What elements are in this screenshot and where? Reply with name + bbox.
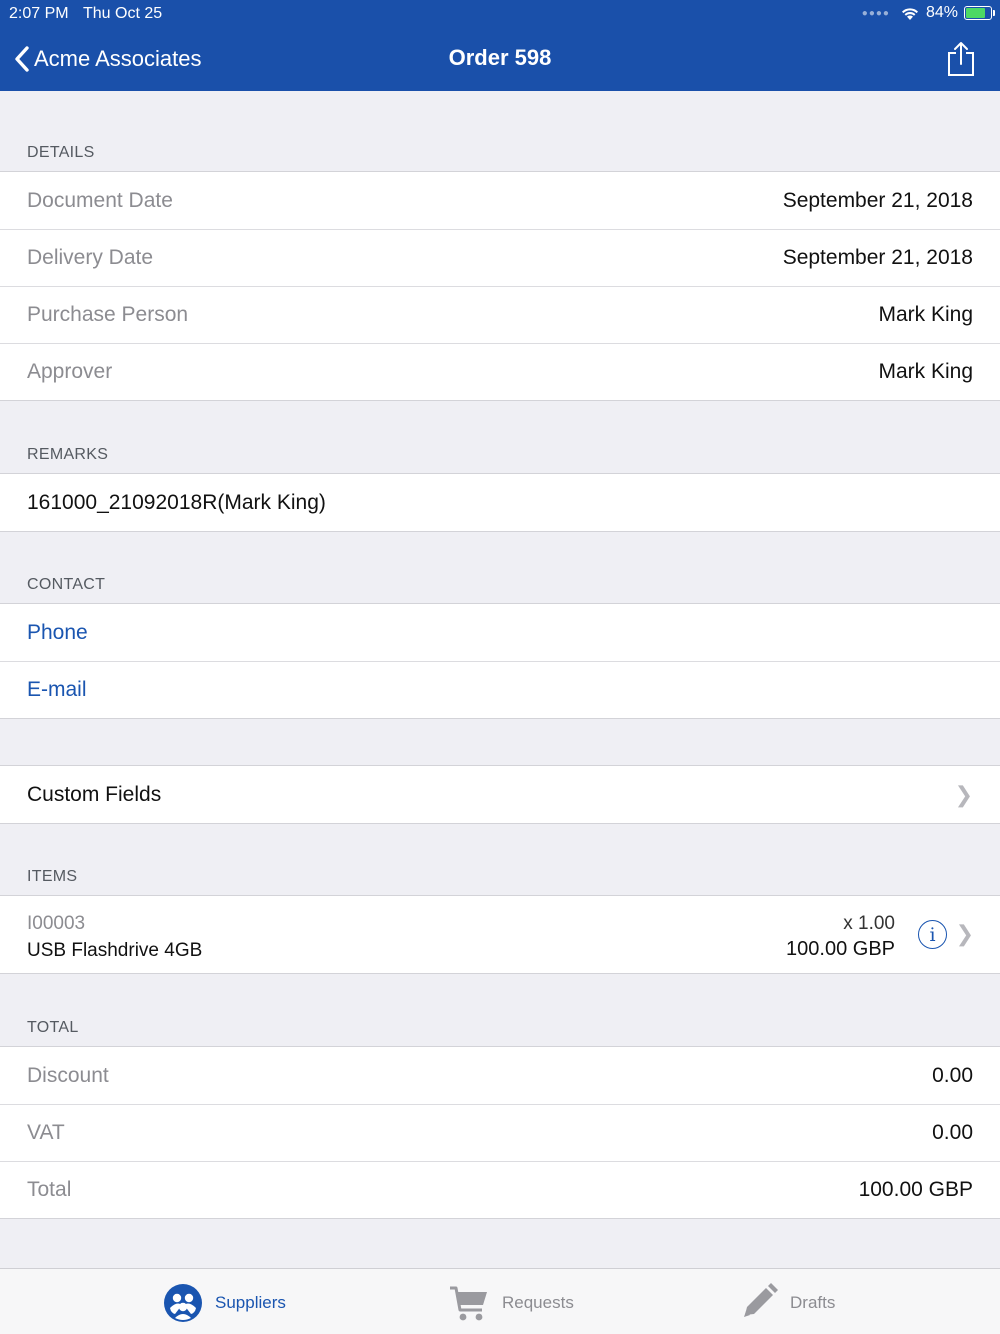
item-price: 100.00 GBP	[786, 938, 895, 960]
remarks-group: 161000_21092018R(Mark King)	[0, 473, 1000, 532]
pencil-icon	[744, 1283, 778, 1317]
phone-link[interactable]: Phone	[27, 621, 88, 645]
detail-row-delivery-date: Delivery Date September 21, 2018	[0, 229, 1000, 286]
battery-icon	[964, 6, 995, 20]
page: 2:07 PM Thu Oct 25 ●●●● 84% Acme Associa…	[0, 0, 1000, 1334]
row-value: 0.00	[932, 1120, 973, 1144]
contact-phone-row[interactable]: Phone	[0, 604, 1000, 661]
row-label: Approver	[27, 359, 113, 383]
wifi-icon	[901, 7, 918, 20]
total-row-vat: VAT 0.00	[0, 1104, 1000, 1161]
total-row-total: Total 100.00 GBP	[0, 1161, 1000, 1218]
detail-row-purchase-person: Purchase Person Mark King	[0, 286, 1000, 343]
chevron-right-icon: ❯	[954, 781, 973, 807]
chevron-right-icon: ❯	[955, 921, 974, 946]
status-time: 2:07 PM	[9, 5, 69, 22]
cart-icon	[450, 1286, 487, 1321]
tab-label: Requests	[502, 1293, 574, 1312]
custom-fields-group: Custom Fields ❯	[0, 765, 1000, 824]
battery-percent: 84%	[925, 4, 958, 21]
status-bar: 2:07 PM Thu Oct 25 ●●●● 84%	[0, 0, 1000, 28]
row-label: Purchase Person	[27, 302, 189, 326]
email-link[interactable]: E-mail	[27, 678, 87, 702]
remarks-text: 161000_21092018R(Mark King)	[27, 490, 326, 514]
tab-requests[interactable]: Requests	[448, 1281, 574, 1325]
row-label: Delivery Date	[27, 245, 154, 269]
remarks-section-header: REMARKS	[27, 446, 109, 463]
tab-suppliers[interactable]: Suppliers	[163, 1281, 286, 1325]
custom-fields-row[interactable]: Custom Fields ❯	[0, 766, 1000, 823]
row-value: 100.00 GBP	[858, 1177, 973, 1201]
total-group: Discount 0.00 VAT 0.00 Total 100.00 GBP	[0, 1046, 1000, 1219]
tab-label: Suppliers	[215, 1293, 286, 1312]
navigation-bar: 2:07 PM Thu Oct 25 ●●●● 84% Acme Associa…	[0, 0, 1000, 91]
row-value: 0.00	[932, 1063, 973, 1087]
details-group: Document Date September 21, 2018 Deliver…	[0, 171, 1000, 401]
back-button[interactable]: Acme Associates	[14, 42, 202, 76]
custom-fields-label: Custom Fields	[27, 782, 162, 806]
row-value: Mark King	[878, 302, 973, 326]
battery-cap	[993, 10, 995, 16]
row-label: Document Date	[27, 188, 173, 212]
share-icon	[948, 42, 974, 76]
items-group: I00003 USB Flashdrive 4GB x 1.00 100.00 …	[0, 895, 1000, 974]
row-value: September 21, 2018	[782, 245, 973, 269]
row-label: VAT	[27, 1120, 65, 1144]
item-name: USB Flashdrive 4GB	[27, 940, 203, 961]
detail-row-document-date: Document Date September 21, 2018	[0, 172, 1000, 229]
share-button[interactable]	[946, 40, 976, 78]
row-label: Total	[27, 1177, 72, 1201]
signal-icon: ●●●●	[861, 7, 890, 19]
tab-drafts[interactable]: Drafts	[740, 1281, 835, 1325]
row-value: September 21, 2018	[782, 188, 973, 212]
item-quantity: x 1.00	[843, 913, 895, 934]
details-section-header: DETAILS	[27, 144, 95, 161]
detail-row-approver: Approver Mark King	[0, 343, 1000, 400]
battery-fill	[966, 8, 985, 18]
tab-label: Drafts	[790, 1293, 836, 1312]
total-row-discount: Discount 0.00	[0, 1047, 1000, 1104]
status-indicators: ●●●● 84%	[861, 4, 995, 22]
item-code: I00003	[27, 913, 86, 934]
status-date: Thu Oct 25	[83, 5, 163, 22]
items-section-header: ITEMS	[27, 868, 78, 885]
suppliers-icon	[164, 1284, 202, 1322]
contact-group: Phone E-mail	[0, 603, 1000, 719]
row-value: Mark King	[878, 359, 973, 383]
tab-bar: Suppliers Requests Drafts	[0, 1268, 1000, 1334]
info-icon[interactable]: i	[918, 920, 947, 949]
row-label: Discount	[27, 1063, 109, 1087]
back-button-label: Acme Associates	[34, 46, 202, 71]
total-section-header: TOTAL	[27, 1019, 79, 1036]
chevron-left-icon	[15, 46, 29, 72]
contact-section-header: CONTACT	[27, 576, 106, 593]
remarks-row: 161000_21092018R(Mark King)	[0, 474, 1000, 531]
item-row[interactable]: I00003 USB Flashdrive 4GB x 1.00 100.00 …	[0, 896, 1000, 973]
contact-email-row[interactable]: E-mail	[0, 661, 1000, 718]
